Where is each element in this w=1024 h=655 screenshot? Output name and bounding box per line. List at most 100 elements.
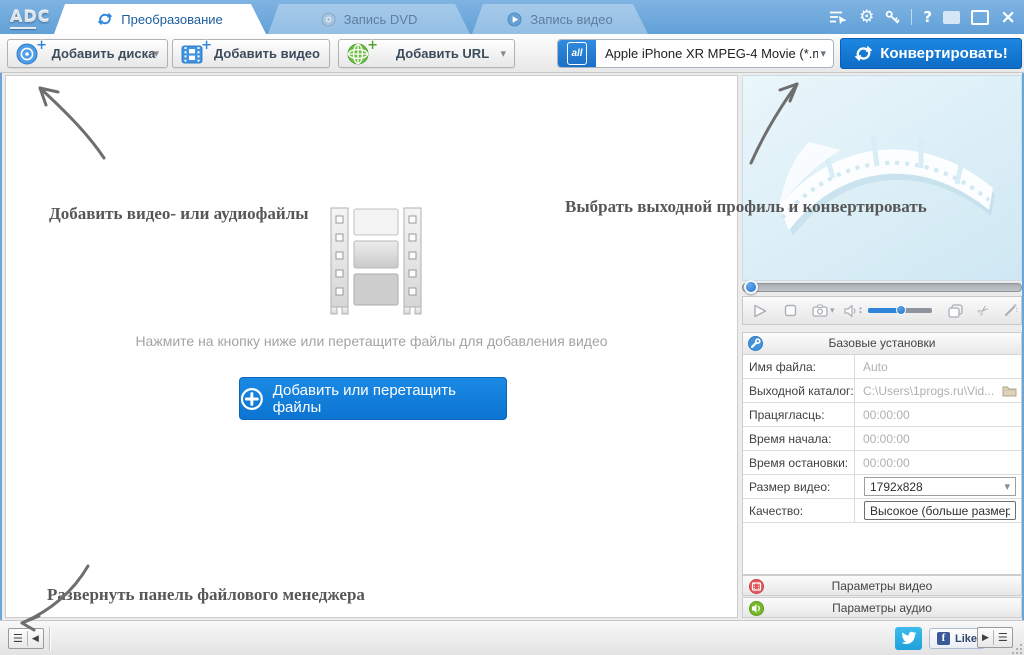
volume-slider[interactable] xyxy=(868,308,932,313)
help-icon[interactable]: ? xyxy=(923,10,932,25)
stop-time-field[interactable]: 00:00:00 xyxy=(855,451,1021,474)
profile-value: Apple iPhone XR MPEG-4 Movie (*.m... xyxy=(596,46,818,61)
twitter-bird-icon xyxy=(900,631,917,646)
add-disc-label: Добавить диска xyxy=(40,46,167,61)
video-size-dropdown[interactable]: 1792x828 ▾ xyxy=(864,477,1016,496)
tab-burn-dvd[interactable]: Запись DVD xyxy=(268,4,470,34)
audio-params-header[interactable]: Параметры аудио xyxy=(742,597,1022,618)
quality-cell: Высокое (больше размер) xyxy=(855,499,1021,522)
tab-record-video-label: Запись видео xyxy=(530,12,612,27)
titlebar-controls: ⚙ ? × xyxy=(829,0,1016,34)
video-params-header[interactable]: Параметры видео xyxy=(742,575,1022,596)
convert-arrows-icon xyxy=(854,44,873,63)
audio-params-label: Параметры аудио xyxy=(832,601,932,615)
output-dir-field[interactable]: C:\Users\1progs.ru\Vid... xyxy=(855,379,1021,402)
add-url-button[interactable]: + Добавить URL ▾ xyxy=(338,39,515,68)
audio-params-icon xyxy=(749,601,764,616)
row-label: Працягласць: xyxy=(743,403,855,426)
disc-icon: + xyxy=(16,43,40,65)
resize-grip[interactable] xyxy=(1010,642,1022,654)
add-files-heading: Добавить видео- или аудиофайлы xyxy=(49,204,309,224)
player-controls: ▾ : ✂ xyxy=(742,296,1022,325)
table-row: Время начала: 00:00:00 xyxy=(743,427,1021,451)
titlebar: ADC Преобразование Запись DVD xyxy=(0,0,1024,34)
preview-area xyxy=(742,75,1022,281)
caret-down-icon: ▾ xyxy=(153,47,159,60)
file-manager-toggle-button[interactable]: ☰ ◀ xyxy=(8,628,44,649)
statusbar-separator xyxy=(49,627,50,650)
convert-button[interactable]: Конвертировать! xyxy=(840,38,1022,69)
settings-gear-icon[interactable]: ⚙ xyxy=(859,9,874,26)
row-label: Имя файла: xyxy=(743,355,855,378)
collapse-left-icon: ◀ xyxy=(32,634,39,644)
table-row: Имя файла: Auto xyxy=(743,355,1021,379)
add-files-button[interactable]: Добавить или перетащить файлы xyxy=(239,377,507,420)
snapshot-camera-button[interactable] xyxy=(812,304,828,317)
duplicate-button[interactable] xyxy=(948,304,963,318)
seek-thumb[interactable] xyxy=(744,280,758,294)
browse-folder-icon[interactable] xyxy=(1002,385,1017,397)
duration-field[interactable]: 00:00:00 xyxy=(855,403,1021,426)
globe-icon: + xyxy=(347,43,371,65)
app-window: ADC Преобразование Запись DVD xyxy=(0,0,1024,655)
playlist-toggle-button[interactable]: ▶ ☰ xyxy=(977,627,1013,648)
volume-thumb[interactable] xyxy=(896,305,906,315)
add-url-label: Добавить URL xyxy=(371,46,514,61)
log-menu-icon[interactable] xyxy=(829,10,848,25)
play-circle-icon xyxy=(507,12,522,27)
quality-dropdown[interactable]: Высокое (больше размер) xyxy=(864,501,1016,520)
trim-scissors-button[interactable]: ✂ xyxy=(974,301,993,321)
row-label: Качество: xyxy=(743,499,855,522)
volume-colon-icon: : xyxy=(859,305,863,316)
minimize-button[interactable] xyxy=(943,11,960,24)
button-divider xyxy=(27,631,28,646)
output-profile-select[interactable]: all Apple iPhone XR MPEG-4 Movie (*.m...… xyxy=(557,39,834,68)
caret-down-icon: ▾ xyxy=(500,47,506,60)
volume-icon[interactable] xyxy=(844,304,858,318)
maximize-button[interactable] xyxy=(971,10,989,25)
effects-wand-button[interactable] xyxy=(1003,303,1018,318)
table-row: Працягласць: 00:00:00 xyxy=(743,403,1021,427)
basic-settings-header[interactable]: Базовые установки xyxy=(743,333,1021,355)
add-disc-button[interactable]: + Добавить диска ▾ xyxy=(7,39,168,68)
drop-hint: Нажмите на кнопку ниже или перетащите фа… xyxy=(5,333,738,349)
table-row: Выходной каталог: C:\Users\1progs.ru\Vid… xyxy=(743,379,1021,403)
plus-badge-icon: + xyxy=(201,38,212,53)
filename-field[interactable]: Auto xyxy=(855,355,1021,378)
snapshot-caret-icon[interactable]: ▾ xyxy=(830,306,835,316)
volume-fill xyxy=(868,308,900,313)
facebook-f-icon: f xyxy=(937,632,950,645)
all-icon-label: all xyxy=(571,48,582,59)
tab-convert[interactable]: Преобразование xyxy=(54,4,266,34)
video-size-value: 1792x828 xyxy=(870,480,923,494)
table-row: Время остановки: 00:00:00 xyxy=(743,451,1021,475)
twitter-button[interactable] xyxy=(895,627,922,650)
start-time-field[interactable]: 00:00:00 xyxy=(855,427,1021,450)
seek-slider[interactable] xyxy=(742,283,1022,292)
filmstrip-graphic xyxy=(330,207,422,315)
basic-settings-panel: Базовые установки Имя файла: Auto Выходн… xyxy=(742,332,1022,575)
output-dir-value: C:\Users\1progs.ru\Vid... xyxy=(863,384,1002,398)
video-params-label: Параметры видео xyxy=(832,579,933,593)
table-row: Размер видео: 1792x828 ▾ xyxy=(743,475,1021,499)
app-logo: ADC xyxy=(10,7,50,26)
key-icon[interactable] xyxy=(885,10,900,25)
quality-value: Высокое (больше размер) xyxy=(870,504,1010,518)
statusbar: ☰ ◀ f Like ▶ ☰ xyxy=(0,620,1024,655)
hamburger-icon: ☰ xyxy=(998,631,1008,644)
close-button[interactable]: × xyxy=(1000,8,1016,27)
tab-burn-dvd-label: Запись DVD xyxy=(344,12,418,27)
play-button[interactable] xyxy=(753,304,767,318)
profile-all-icon: all xyxy=(558,40,596,67)
caret-down-icon: ▾ xyxy=(820,47,826,60)
add-video-button[interactable]: + Добавить видео xyxy=(172,39,330,68)
plus-circle-icon xyxy=(240,387,264,411)
row-label: Размер видео: xyxy=(743,475,855,498)
plus-badge-icon: + xyxy=(367,38,378,53)
choose-profile-heading: Выбрать выходной профиль и конвертироват… xyxy=(565,197,927,217)
titlebar-separator xyxy=(911,9,912,25)
tab-convert-label: Преобразование xyxy=(121,12,223,27)
film-ribbon-graphic xyxy=(743,76,1021,280)
tab-record-video[interactable]: Запись видео xyxy=(472,4,648,34)
stop-button[interactable] xyxy=(784,304,797,317)
